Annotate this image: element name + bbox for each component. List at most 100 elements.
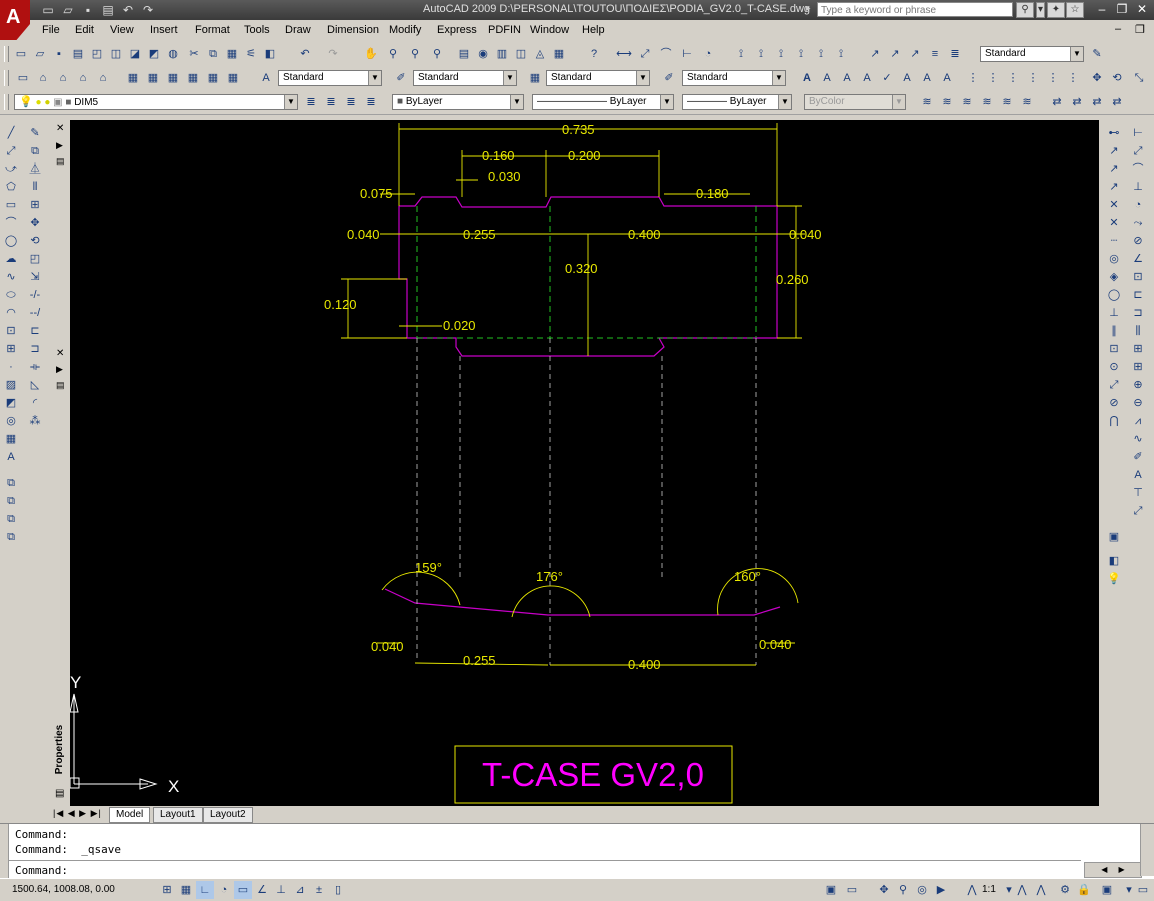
snap-mode-icon[interactable]: ⊞ (158, 881, 176, 899)
mleader-style-icon[interactable]: ✐ (660, 69, 678, 87)
text-tool-icon[interactable]: A (938, 69, 956, 87)
draw-order3-icon[interactable]: ⧉ (2, 510, 20, 528)
text-style-icon[interactable]: A (257, 69, 275, 87)
design-center-icon[interactable]: ◧ (1105, 552, 1123, 570)
scale-icon[interactable]: ◰ (26, 250, 44, 268)
hatch-icon[interactable]: ▨ (2, 376, 20, 394)
grid-tool1-icon[interactable]: ▦ (124, 69, 142, 87)
attribute-icon[interactable]: ▭ (14, 69, 32, 87)
palette-menu-icon[interactable]: ▤ (56, 156, 65, 167)
plot-preview-icon[interactable]: ◰ (88, 45, 106, 63)
edit-text-icon[interactable]: A (838, 69, 856, 87)
command-grip[interactable] (0, 824, 9, 879)
offset-icon[interactable]: ⫴ (26, 178, 44, 196)
annotation-scale-value[interactable]: 1:1 (982, 884, 996, 895)
chamfer-icon[interactable]: ◺ (26, 376, 44, 394)
properties-icon[interactable]: ▤ (55, 788, 64, 799)
zoom-status-icon[interactable]: ⚲ (894, 881, 912, 899)
doc-restore-button[interactable]: ❐ (1135, 23, 1145, 36)
palette-menu-icon[interactable]: ▤ (56, 380, 65, 391)
stretch-icon[interactable]: ⇲ (26, 268, 44, 286)
snap-parallel-icon[interactable]: ∥ (1105, 322, 1123, 340)
menu-insert[interactable]: Insert (150, 24, 178, 36)
remove-leader-icon[interactable]: ↗ (906, 45, 924, 63)
search-dropdown-icon[interactable]: ▾ (1036, 2, 1045, 18)
dim-continue-icon[interactable]: ⊐ (1129, 304, 1147, 322)
block-editor-icon[interactable]: ◧ (261, 45, 279, 63)
grid-display-icon[interactable]: ▦ (177, 881, 195, 899)
dim-arc-icon[interactable]: ⌒ (657, 45, 675, 63)
erase-icon[interactable]: ✎ (26, 124, 44, 142)
text-scale-icon[interactable]: A (898, 69, 916, 87)
layer-tool10-icon[interactable]: ⇄ (1108, 93, 1126, 111)
redo-icon[interactable]: ↷ (324, 45, 342, 63)
align-leaders-icon[interactable]: ≡ (926, 45, 944, 63)
dynamic-ucs-icon[interactable]: ⊥ (272, 881, 290, 899)
menu-modify[interactable]: Modify (389, 24, 421, 36)
grid-tool6-icon[interactable]: ▦ (224, 69, 242, 87)
save-icon[interactable]: ▪ (50, 45, 68, 63)
menu-tools[interactable]: Tools (244, 24, 270, 36)
command-vscroll[interactable] (1140, 824, 1154, 876)
dim-ordinate-icon[interactable]: ⊥ (1129, 178, 1147, 196)
layer-tool9-icon[interactable]: ⇄ (1088, 93, 1106, 111)
design-center-icon[interactable]: ◉ (474, 45, 492, 63)
layer-properties-icon[interactable]: ≣ (302, 93, 320, 111)
dim-update-icon[interactable]: A (1129, 466, 1147, 484)
autocad-logo[interactable]: A (0, 0, 30, 40)
dim-diameter-icon[interactable]: ⊘ (1129, 232, 1147, 250)
mtext-icon[interactable]: A (818, 69, 836, 87)
express-tool1-icon[interactable]: ⋮ (964, 69, 982, 87)
extend-icon[interactable]: --/ (26, 304, 44, 322)
dim-style-select[interactable]: Standard ▼ (413, 70, 517, 86)
dim-radius-icon[interactable]: ◔ (1129, 196, 1147, 214)
polygon-icon[interactable]: ⬠ (2, 178, 20, 196)
break-icon[interactable]: ⊐ (26, 340, 44, 358)
tolerance-icon[interactable]: ⊞ (1129, 358, 1147, 376)
close-icon[interactable]: ✕ (56, 348, 64, 359)
properties-icon[interactable]: ▤ (455, 45, 473, 63)
tab-nav-icon[interactable]: |◀ ◀ ▶ ▶| (53, 808, 102, 819)
ellipse-icon[interactable]: ⬭ (2, 286, 20, 304)
design-web-icon[interactable]: ◍ (164, 45, 182, 63)
menu-window[interactable]: Window (530, 24, 569, 36)
workspace-icon[interactable]: ⚙ (1056, 881, 1074, 899)
snap-none-icon[interactable]: ⊘ (1105, 394, 1123, 412)
menu-draw[interactable]: Draw (285, 24, 311, 36)
move-icon[interactable]: ✥ (26, 214, 44, 232)
snap-tool3-icon[interactable]: ⟟ (772, 45, 790, 63)
gradient-icon[interactable]: ◩ (2, 394, 20, 412)
express-tool2-icon[interactable]: ⋮ (984, 69, 1002, 87)
lock-icon[interactable]: 🔒 (1075, 881, 1093, 899)
ortho-mode-icon[interactable]: ∟ (196, 881, 214, 899)
minimize-button[interactable]: – (1092, 1, 1112, 18)
region-icon[interactable]: ◎ (2, 412, 20, 430)
print-icon[interactable]: ▤ (100, 2, 116, 18)
toolbar-grip[interactable] (4, 94, 9, 110)
dim-linear-icon[interactable]: ⊢ (1129, 124, 1147, 142)
grid-tool3-icon[interactable]: ▦ (164, 69, 182, 87)
block3-icon[interactable]: ⌂ (74, 69, 92, 87)
coordinate-readout[interactable]: 1500.64, 1008.08, 0.00 (12, 884, 115, 895)
find-text-icon[interactable]: A (858, 69, 876, 87)
restore-button[interactable]: ❐ (1112, 1, 1132, 18)
snap-nearest-icon[interactable]: ⤢ (1105, 376, 1123, 394)
snap-extension-icon[interactable]: ┈ (1105, 232, 1123, 250)
clean-screen-icon[interactable]: ▣ (1098, 881, 1116, 899)
dim-aligned-icon[interactable]: ⤢ (636, 45, 654, 63)
fullscreen-icon[interactable]: ▭ (1134, 881, 1152, 899)
express-tool3-icon[interactable]: ⋮ (1004, 69, 1022, 87)
layer-tool5-icon[interactable]: ≋ (998, 93, 1016, 111)
palette-title[interactable]: Properties (54, 725, 65, 774)
match-properties-icon[interactable]: ⚟ (242, 45, 260, 63)
cut-icon[interactable]: ✂ (185, 45, 203, 63)
polyline-icon[interactable]: ⤻ (2, 160, 20, 178)
pan-icon[interactable]: ✋ (362, 45, 380, 63)
markup-icon[interactable]: ◬ (531, 45, 549, 63)
menu-express[interactable]: Express (437, 24, 477, 36)
dim-text-edit-icon[interactable]: ✐ (1129, 448, 1147, 466)
open-icon[interactable]: ▱ (31, 45, 49, 63)
express-tool6-icon[interactable]: ⋮ (1064, 69, 1082, 87)
line-icon[interactable]: ╱ (2, 124, 20, 142)
draw-order2-icon[interactable]: ⧉ (2, 492, 20, 510)
